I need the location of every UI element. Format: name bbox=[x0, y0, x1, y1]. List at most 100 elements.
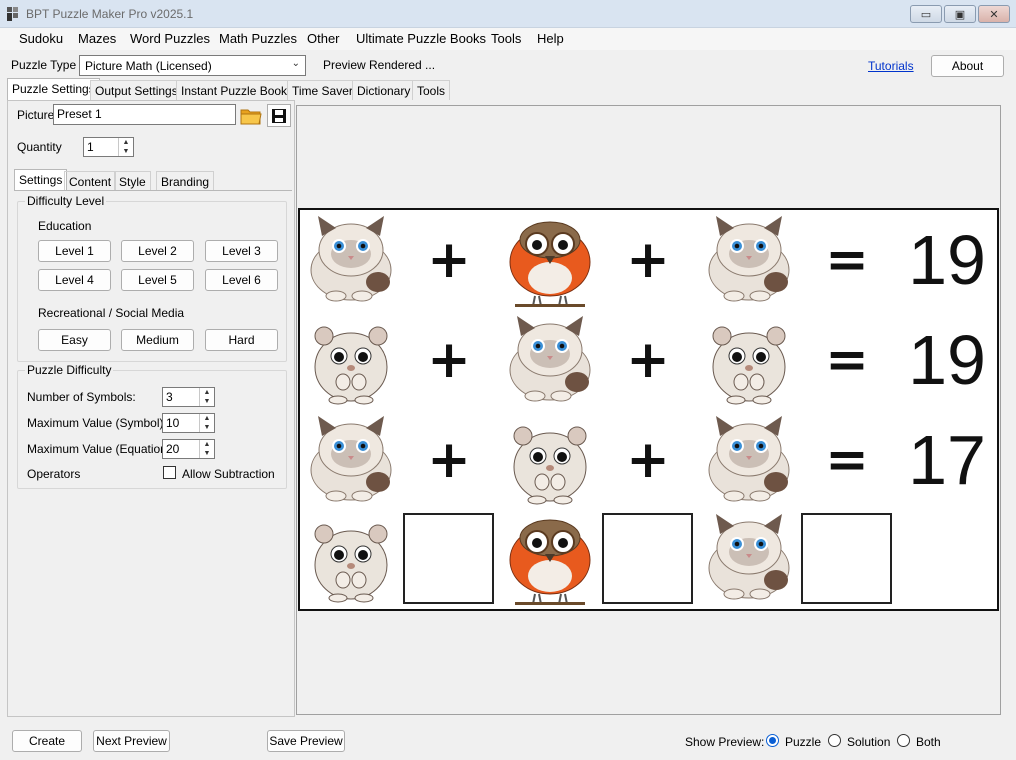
app-icon bbox=[7, 7, 18, 21]
menu-sudoku[interactable]: Sudoku bbox=[19, 31, 63, 46]
max-equation-label: Maximum Value (Equation): bbox=[27, 442, 175, 456]
puzzle-cat-image bbox=[301, 210, 401, 310]
quantity-stepper[interactable]: 1 ▲ ▼ bbox=[83, 137, 134, 157]
stepper-arrows-icon[interactable]: ▲ ▼ bbox=[199, 388, 214, 406]
stepper-arrows-icon[interactable]: ▲ ▼ bbox=[199, 414, 214, 432]
solution-radio-label[interactable]: Solution bbox=[847, 735, 890, 749]
num-symbols-value: 3 bbox=[166, 390, 173, 404]
puzzle-hamster-image bbox=[301, 310, 401, 410]
level-1-button[interactable]: Level 1 bbox=[38, 240, 111, 262]
chevron-down-icon: ⌄ bbox=[291, 58, 300, 69]
allow-subtraction-label[interactable]: Allow Subtraction bbox=[182, 467, 275, 481]
maximize-button[interactable]: ▣ bbox=[944, 5, 976, 23]
close-button[interactable]: ✕ bbox=[978, 5, 1010, 23]
hard-button[interactable]: Hard bbox=[205, 329, 278, 351]
tab-tools[interactable]: Tools bbox=[412, 80, 451, 100]
subtab-settings[interactable]: Settings bbox=[14, 169, 68, 191]
quantity-label: Quantity bbox=[17, 140, 62, 154]
menu-tools[interactable]: Tools bbox=[491, 31, 521, 46]
picture-label: Picture bbox=[17, 108, 55, 122]
puzzle-bird-image bbox=[500, 210, 600, 310]
both-radio-label[interactable]: Both bbox=[916, 735, 941, 749]
level-6-button[interactable]: Level 6 bbox=[205, 269, 278, 291]
max-symbol-value: 10 bbox=[166, 416, 180, 430]
puzzle-type-select[interactable]: Picture Math (Licensed) ⌄ bbox=[79, 55, 306, 76]
max-symbol-stepper[interactable]: 10 ▲ ▼ bbox=[162, 413, 215, 433]
stepper-arrows-icon[interactable]: ▲ ▼ bbox=[199, 440, 214, 458]
minimize-button[interactable]: ▭ bbox=[910, 5, 942, 23]
max-equation-value: 20 bbox=[166, 442, 180, 456]
menu-mazes[interactable]: Mazes bbox=[78, 31, 116, 46]
solution-radio[interactable] bbox=[828, 734, 841, 747]
menu-ultimate-puzzle-books[interactable]: Ultimate Puzzle Books bbox=[356, 31, 486, 46]
level-2-button[interactable]: Level 2 bbox=[121, 240, 194, 262]
level-5-button[interactable]: Level 5 bbox=[121, 269, 194, 291]
about-button[interactable]: About bbox=[931, 55, 1004, 77]
open-folder-button[interactable] bbox=[239, 104, 263, 127]
menu-help[interactable]: Help bbox=[537, 31, 564, 46]
puzzle-radio[interactable] bbox=[766, 734, 779, 747]
menu-math-puzzles[interactable]: Math Puzzles bbox=[219, 31, 297, 46]
save-preview-button[interactable]: Save Preview bbox=[267, 730, 345, 752]
puzzle-bird-image bbox=[500, 508, 600, 608]
menu-word-puzzles[interactable]: Word Puzzles bbox=[130, 31, 210, 46]
difficulty-level-title: Difficulty Level bbox=[25, 194, 107, 208]
equals-operator: = bbox=[825, 430, 869, 490]
equals-operator: = bbox=[825, 230, 869, 290]
equals-operator: = bbox=[825, 330, 869, 390]
puzzle-hamster-image bbox=[500, 410, 600, 510]
easy-button[interactable]: Easy bbox=[38, 329, 111, 351]
subtab-divider bbox=[14, 190, 292, 191]
max-equation-stepper[interactable]: 20 ▲ ▼ bbox=[162, 439, 215, 459]
num-symbols-stepper[interactable]: 3 ▲ ▼ bbox=[162, 387, 215, 407]
plus-operator: + bbox=[626, 430, 670, 490]
folder-icon bbox=[240, 109, 262, 124]
puzzle-cat-image bbox=[699, 210, 799, 310]
level-4-button[interactable]: Level 4 bbox=[38, 269, 111, 291]
answer-blank-box bbox=[403, 513, 494, 604]
puzzle-type-label: Puzzle Type bbox=[11, 58, 77, 72]
level-3-button[interactable]: Level 3 bbox=[205, 240, 278, 262]
menu-other[interactable]: Other bbox=[307, 31, 340, 46]
both-radio[interactable] bbox=[897, 734, 910, 747]
plus-operator: + bbox=[626, 230, 670, 290]
minimize-icon: ▭ bbox=[920, 8, 932, 21]
puzzle-cat-image bbox=[699, 508, 799, 608]
plus-operator: + bbox=[427, 330, 471, 390]
close-icon: ✕ bbox=[989, 8, 999, 21]
operators-label: Operators bbox=[27, 467, 81, 481]
create-button[interactable]: Create bbox=[12, 730, 82, 752]
window-title: BPT Puzzle Maker Pro v2025.1 bbox=[26, 7, 194, 21]
tab-dictionary[interactable]: Dictionary bbox=[352, 80, 416, 100]
subtab-branding[interactable]: Branding bbox=[156, 171, 215, 190]
education-label: Education bbox=[38, 219, 92, 233]
tab-time-saver[interactable]: Time Saver bbox=[287, 80, 358, 100]
recreational-label: Recreational / Social Media bbox=[38, 306, 185, 320]
puzzle-cat-image bbox=[500, 310, 600, 410]
tab-output-settings[interactable]: Output Settings bbox=[90, 80, 183, 100]
subtab-style[interactable]: Style bbox=[114, 171, 151, 190]
subtab-content[interactable]: Content bbox=[64, 171, 117, 190]
puzzle-cat-image bbox=[301, 410, 401, 510]
plus-operator: + bbox=[427, 430, 471, 490]
puzzle-hamster-image bbox=[699, 310, 799, 410]
picture-value: Preset 1 bbox=[57, 107, 102, 121]
picture-field[interactable]: Preset 1 bbox=[53, 104, 236, 125]
tab-puzzle-settings[interactable]: Puzzle Settings bbox=[7, 78, 100, 101]
equation-result: 19 bbox=[908, 221, 986, 299]
tab-instant-puzzle-books[interactable]: Instant Puzzle Books bbox=[176, 80, 299, 100]
answer-blank-box bbox=[801, 513, 892, 604]
next-preview-button[interactable]: Next Preview bbox=[93, 730, 170, 752]
preview-status: Preview Rendered ... bbox=[323, 58, 436, 72]
puzzle-radio-label[interactable]: Puzzle bbox=[785, 735, 821, 749]
quantity-value: 1 bbox=[87, 140, 94, 154]
allow-subtraction-checkbox[interactable] bbox=[163, 466, 176, 479]
show-preview-label: Show Preview: bbox=[685, 735, 765, 749]
medium-button[interactable]: Medium bbox=[121, 329, 194, 351]
save-picture-button[interactable] bbox=[267, 104, 291, 127]
equation-result: 19 bbox=[908, 321, 986, 399]
stepper-arrows-icon[interactable]: ▲ ▼ bbox=[118, 138, 133, 156]
tutorials-link[interactable]: Tutorials bbox=[868, 59, 914, 73]
num-symbols-label: Number of Symbols: bbox=[27, 390, 136, 404]
plus-operator: + bbox=[427, 230, 471, 290]
